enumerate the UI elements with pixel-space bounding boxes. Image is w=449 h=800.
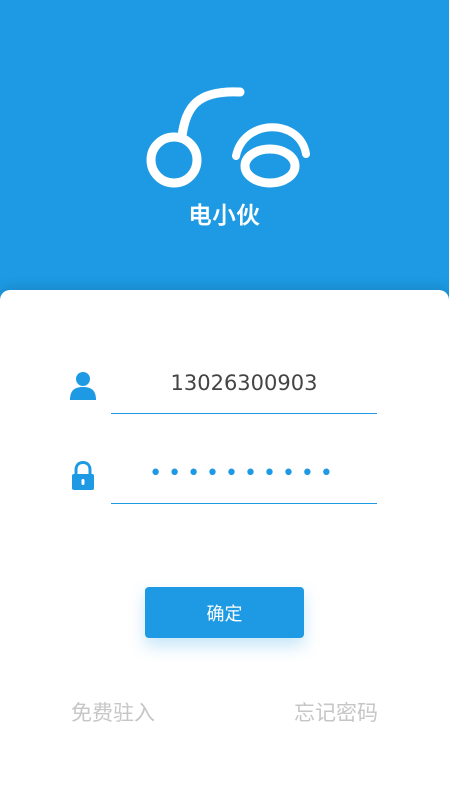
user-icon [70, 372, 96, 400]
free-join-link[interactable]: 免费驻入 [71, 697, 155, 727]
scooter-logo-icon [146, 87, 310, 188]
password-input-wrap [111, 445, 377, 504]
lock-icon [72, 461, 94, 490]
password-input[interactable] [111, 445, 377, 501]
confirm-button[interactable]: 确定 [145, 587, 304, 638]
forgot-password-link[interactable]: 忘记密码 [294, 697, 378, 727]
phone-input-wrap [111, 355, 377, 414]
app-name: 电小伙 [188, 203, 261, 229]
phone-input[interactable] [111, 355, 377, 411]
header-banner: 电小伙 [0, 0, 449, 320]
